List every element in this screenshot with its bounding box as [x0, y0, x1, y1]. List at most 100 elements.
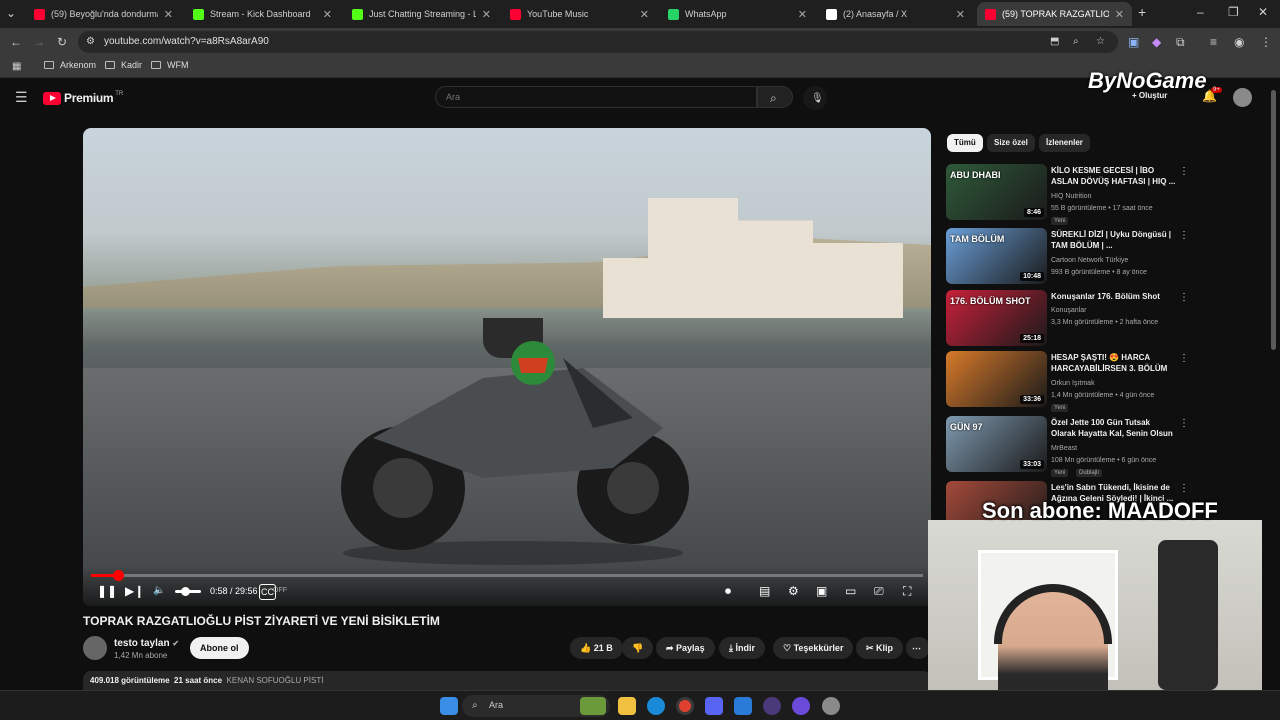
taskbar-search[interactable]: ⌕ Ara: [462, 695, 610, 717]
close-window-icon[interactable]: ✕: [1258, 4, 1268, 20]
like-button[interactable]: 👍 21 B: [570, 637, 623, 659]
video-thumbnail[interactable]: TAM BÖLÜM 10:48: [946, 228, 1047, 284]
hamburger-menu-icon[interactable]: ☰: [15, 89, 28, 105]
settings-gear-icon[interactable]: ⚙: [788, 584, 799, 598]
profile-avatar-icon[interactable]: ◉: [1234, 34, 1244, 50]
back-icon[interactable]: ←: [10, 34, 22, 50]
next-button[interactable]: ▶❙: [125, 584, 144, 598]
obs-icon[interactable]: [822, 697, 840, 715]
subtitles-icon[interactable]: ▤: [759, 584, 770, 598]
translate-icon[interactable]: ▣: [1128, 34, 1139, 50]
voice-search-button[interactable]: 🎙: [803, 86, 827, 110]
tab-close-icon[interactable]: ✕: [798, 8, 807, 21]
search-button[interactable]: ⌕: [757, 86, 793, 108]
bookmark-folder[interactable]: Arkenom: [44, 60, 96, 70]
video-thumbnail[interactable]: 176. BÖLÜM SHOT 25:18: [946, 290, 1047, 346]
search-input[interactable]: [435, 86, 757, 108]
reload-icon[interactable]: ↻: [57, 34, 67, 50]
recommended-video[interactable]: 33:36 HESAP ŞAŞTI! 😍 HARCA HARCAYABİLİRSE…: [946, 351, 1196, 412]
share-button[interactable]: ➦ Paylaş: [656, 637, 715, 659]
subscribe-button[interactable]: Abone ol: [190, 637, 249, 659]
recommended-title[interactable]: KİLO KESME GECESİ | İBO ASLAN DÖVÜŞ HAFT…: [1051, 165, 1176, 187]
youtube-logo[interactable]: Premium TR: [43, 91, 123, 105]
theater-mode-icon[interactable]: ▭: [845, 584, 856, 598]
forward-icon[interactable]: →: [33, 34, 45, 50]
pause-button[interactable]: ❚❚: [97, 584, 117, 598]
extension-icon[interactable]: ◆: [1152, 34, 1161, 50]
browser-tab[interactable]: YouTube Music ✕: [502, 2, 657, 26]
page-scrollbar[interactable]: [1271, 90, 1276, 350]
browser-tab[interactable]: WhatsApp ✕: [660, 2, 815, 26]
thanks-button[interactable]: ♡ Teşekkürler: [773, 637, 854, 659]
chip-for-you[interactable]: Size özel: [987, 134, 1035, 152]
recommended-video[interactable]: GÜN 97 33:03 Özel Jette 100 Gün Tutsak Ola…: [946, 416, 1196, 477]
chrome-browser-icon[interactable]: [676, 697, 694, 715]
video-thumbnail[interactable]: GÜN 97 33:03: [946, 416, 1047, 472]
recommended-title[interactable]: SÜREKLİ DİZİ | Uyku Döngüsü | TAM BÖLÜM …: [1051, 229, 1176, 251]
clip-button[interactable]: ✂ Klip: [856, 637, 904, 659]
progress-bar[interactable]: [91, 570, 923, 581]
bookmark-star-icon[interactable]: ☆: [1096, 34, 1105, 50]
more-options-icon[interactable]: ⋮: [1179, 353, 1189, 364]
apps-grid-icon[interactable]: ▦: [12, 59, 21, 75]
tab-close-icon[interactable]: ✕: [164, 8, 173, 21]
chip-all[interactable]: Tümü: [947, 134, 983, 152]
account-avatar[interactable]: [1233, 88, 1252, 107]
more-options-icon[interactable]: ⋮: [1179, 292, 1189, 303]
recommended-title[interactable]: HESAP ŞAŞTI! 😍 HARCA HARCAYABİLİRSEN 3. …: [1051, 352, 1176, 374]
progress-scrubber[interactable]: [113, 570, 125, 581]
description-box[interactable]: 409.018 görüntüleme 21 saat önce KENAN S…: [83, 671, 931, 691]
tab-close-icon[interactable]: ✕: [323, 8, 332, 21]
edge-browser-icon[interactable]: [647, 697, 665, 715]
windows-start-icon[interactable]: [440, 697, 458, 715]
restore-icon[interactable]: ❐: [1228, 4, 1239, 20]
discord-icon[interactable]: [705, 697, 723, 715]
browser-tab[interactable]: (2) Anasayfa / X ✕: [818, 2, 973, 26]
chip-watched[interactable]: İzlenenler: [1039, 134, 1090, 152]
volume-slider[interactable]: [175, 587, 201, 596]
dislike-button[interactable]: 👎: [622, 637, 654, 659]
recommended-title[interactable]: Özel Jette 100 Gün Tutsak Olarak Hayatta…: [1051, 417, 1176, 439]
recommended-channel[interactable]: Cartoon Network Türkiye: [1051, 257, 1128, 264]
new-tab-button[interactable]: +: [1138, 4, 1146, 20]
volume-icon[interactable]: 🔈: [153, 584, 165, 598]
download-button[interactable]: ⤓ İndir: [719, 637, 765, 659]
app-icon[interactable]: [792, 697, 810, 715]
more-options-icon[interactable]: ⋮: [1179, 418, 1189, 429]
minimize-icon[interactable]: –: [1197, 4, 1204, 20]
recommended-video[interactable]: ABU DHABI 8:46 KİLO KESME GECESİ | İBO ASL…: [946, 164, 1196, 225]
browser-tab[interactable]: Stream - Kick Dashboard ✕: [185, 2, 340, 26]
recommended-channel[interactable]: Konuşanlar: [1051, 307, 1086, 314]
miniplayer-icon[interactable]: ▣: [816, 584, 827, 598]
cast-icon[interactable]: ⎚: [874, 584, 884, 598]
more-options-icon[interactable]: ⋮: [1179, 483, 1189, 494]
tab-close-icon[interactable]: ✕: [640, 8, 649, 21]
media-controls-icon[interactable]: ≡: [1210, 34, 1217, 50]
tab-close-icon[interactable]: ✕: [1115, 8, 1124, 21]
more-options-icon[interactable]: ⋮: [1179, 166, 1189, 177]
autoplay-toggle[interactable]: ⏺: [725, 584, 731, 598]
video-player[interactable]: ❚❚ ▶❙ 🔈 0:58 / 29:56 CC OFF ⏺ ▤ ⚙ ▣ ▭ ⎚ …: [83, 128, 931, 606]
channel-name[interactable]: testo taylan ✔: [114, 638, 179, 649]
recommended-title[interactable]: Konuşanlar 176. Bölüm Shot: [1051, 291, 1176, 302]
channel-avatar[interactable]: [83, 636, 107, 660]
install-app-icon[interactable]: ⬒: [1050, 34, 1059, 50]
recommended-video[interactable]: 176. BÖLÜM SHOT 25:18 Konuşanlar 176. Bölü…: [946, 290, 1196, 348]
video-tag[interactable]: KENAN SOFUOĞLU PİSTİ: [227, 676, 324, 685]
tab-search-chevron-icon[interactable]: ⌄: [6, 5, 16, 21]
menu-kebab-icon[interactable]: ⋮: [1260, 34, 1272, 50]
bookmark-folder[interactable]: WFM: [151, 60, 189, 70]
video-thumbnail[interactable]: ABU DHABI 8:46: [946, 164, 1047, 220]
browser-tab[interactable]: (59) Beyoğlu'nda dondurmacı i... ✕: [26, 2, 181, 26]
more-actions-button[interactable]: ⋯: [906, 637, 930, 659]
browser-tab[interactable]: Just Chatting Streaming - Live ✕: [344, 2, 499, 26]
tab-close-icon[interactable]: ✕: [956, 8, 965, 21]
recommended-video[interactable]: TAM BÖLÜM 10:48 SÜREKLİ DİZİ | Uyku Döngüs…: [946, 228, 1196, 286]
app-icon[interactable]: [763, 697, 781, 715]
zoom-icon[interactable]: ⌕: [1073, 34, 1079, 50]
file-explorer-icon[interactable]: [618, 697, 636, 715]
site-info-icon[interactable]: ⚙: [86, 34, 95, 50]
bookmark-folder[interactable]: Kadir: [105, 60, 142, 70]
recommended-channel[interactable]: HIQ Nutrition: [1051, 193, 1091, 200]
address-bar[interactable]: ⚙ youtube.com/watch?v=a8RsA8arA90 ⬒ ⌕ ☆: [78, 31, 1118, 53]
